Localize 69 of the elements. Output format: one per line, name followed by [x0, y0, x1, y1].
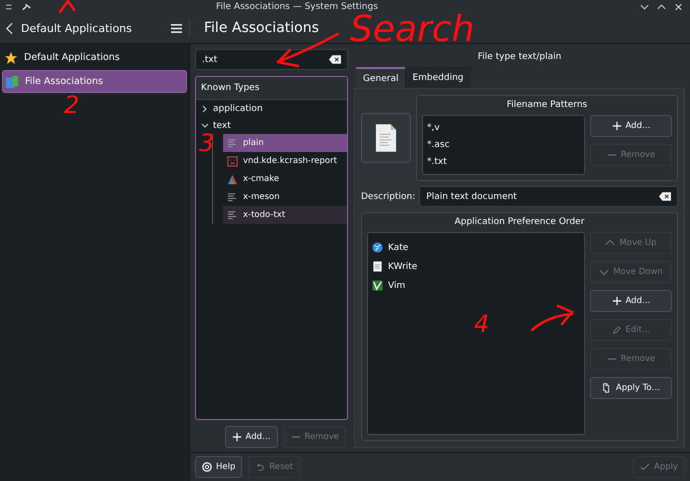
text-file-icon — [227, 192, 238, 202]
close-icon[interactable] — [673, 2, 684, 10]
back-icon[interactable] — [6, 22, 13, 34]
plus-icon — [232, 432, 242, 442]
add-button[interactable]: Add… — [590, 290, 672, 312]
file-type-heading: File type text/plain — [476, 51, 562, 64]
sidebar-item[interactable]: Default Applications — [2, 47, 187, 68]
plus-icon — [612, 296, 622, 306]
chevron-down-icon — [599, 267, 610, 277]
undo-icon — [255, 462, 266, 472]
list-item[interactable]: *.txt — [427, 153, 580, 170]
list-item[interactable]: KWrite — [372, 257, 580, 276]
help-button[interactable]: Help — [195, 456, 242, 478]
chevron-down-icon — [201, 122, 209, 130]
group-title: Application Preference Order — [454, 217, 586, 227]
tree-item[interactable]: application — [196, 100, 347, 117]
page-title: File Associations — [203, 20, 319, 36]
window-title: File Associations — System Settings — [216, 2, 378, 12]
star-icon — [4, 50, 18, 64]
group-title: Filename Patterns — [506, 100, 588, 110]
globe-icon — [372, 242, 383, 253]
triangle-icon — [227, 174, 238, 184]
file-type-icon-button[interactable] — [361, 113, 411, 163]
text-file-icon — [227, 210, 238, 220]
chevron-right-icon — [201, 104, 209, 112]
tab[interactable]: Embedding — [405, 67, 471, 88]
menu-icon[interactable] — [170, 22, 183, 34]
add-button[interactable]: Add… — [224, 426, 278, 448]
text-file-icon — [227, 138, 238, 148]
add-button[interactable]: Add… — [590, 115, 672, 137]
list-item[interactable]: *.asc — [427, 136, 580, 153]
check-icon — [640, 462, 650, 472]
clear-icon[interactable] — [659, 192, 671, 201]
copy-icon — [602, 383, 612, 393]
tab[interactable]: General — [356, 67, 406, 88]
minimize-icon[interactable] — [639, 2, 650, 10]
pin-icon[interactable] — [21, 2, 32, 10]
files-icon — [5, 74, 19, 88]
help-icon — [202, 462, 212, 472]
sidebar-title: Default Applications — [21, 22, 133, 34]
tree-item[interactable]: x-meson — [223, 188, 347, 206]
handwritten-annotation: 4 — [474, 312, 490, 336]
list-item[interactable]: Vim — [372, 276, 580, 295]
list-item[interactable]: Kate — [372, 238, 580, 257]
sad-face-icon — [227, 156, 238, 166]
apply-to-button[interactable]: Apply To… — [590, 377, 672, 399]
annotation-caret — [58, 0, 76, 14]
handwritten-annotation: Search — [350, 12, 474, 48]
search-field[interactable]: .txt — [195, 49, 348, 70]
document-icon — [375, 123, 397, 153]
tree-item[interactable]: plain — [223, 134, 347, 152]
column-header: Known Types — [196, 77, 347, 100]
tree-item[interactable]: text — [196, 117, 347, 134]
chevron-up-icon — [605, 238, 616, 248]
handwritten-annotation: 2 — [64, 93, 80, 117]
list-item[interactable]: *,v — [427, 119, 580, 136]
document-icon — [372, 261, 383, 272]
tree-item[interactable]: x-todo-txt — [223, 206, 347, 224]
clear-icon[interactable] — [329, 55, 341, 64]
field-label: Description: — [361, 192, 416, 202]
tree-item[interactable]: x-cmake — [223, 170, 347, 188]
description-field[interactable]: Plain text document — [419, 186, 678, 207]
maximize-icon[interactable] — [656, 2, 667, 10]
tree-item[interactable]: vnd.kde.kcrash-report — [223, 152, 347, 170]
handwritten-annotation: 3 — [199, 131, 214, 155]
pencil-icon — [612, 325, 622, 335]
sidebar-item[interactable]: File Associations — [2, 70, 187, 93]
vim-logo-icon — [372, 280, 383, 291]
plus-icon — [612, 121, 622, 131]
